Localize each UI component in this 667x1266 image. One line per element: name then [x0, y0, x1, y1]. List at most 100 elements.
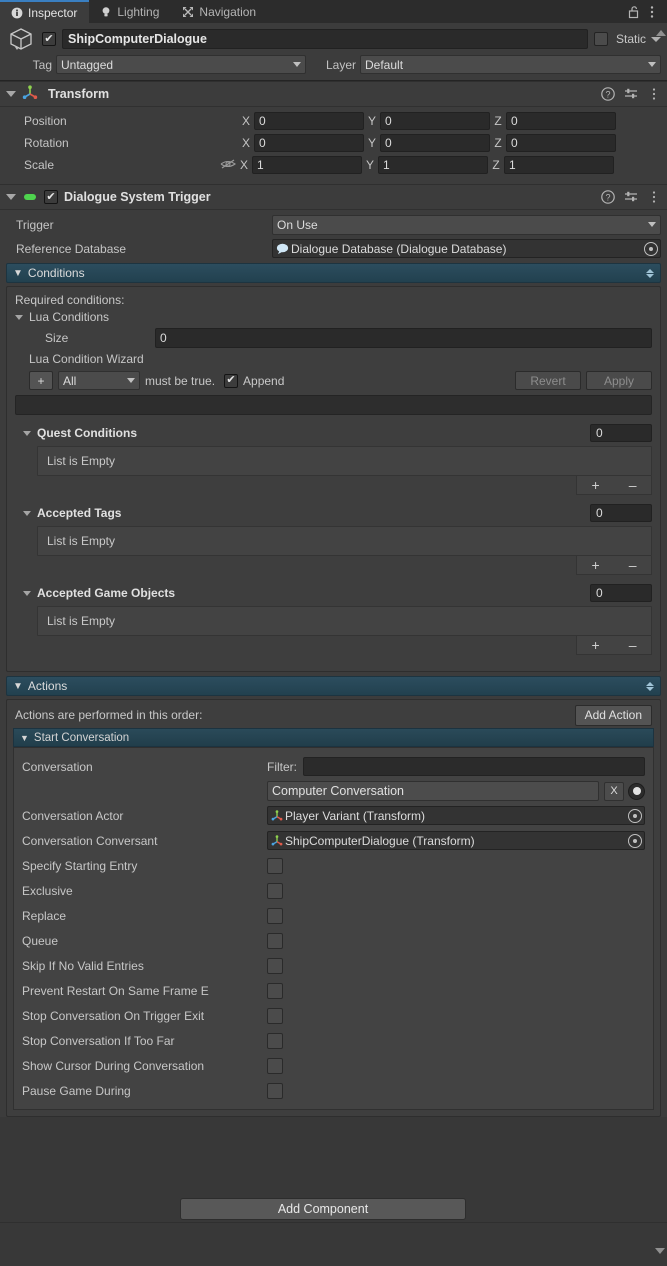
quest-conditions-remove-button[interactable]: –: [629, 477, 637, 493]
accepted-tags-footer: + –: [37, 556, 652, 575]
rotation-y-input[interactable]: 0: [380, 134, 490, 152]
rotation-y-axis-label: Y: [367, 136, 376, 150]
pause-game-during-row: Pause Game During: [22, 1078, 645, 1103]
accepted-tags-remove-button[interactable]: –: [629, 557, 637, 573]
add-component-button[interactable]: Add Component: [180, 1198, 466, 1220]
reorder-handle[interactable]: [646, 268, 654, 278]
accepted-tags-add-button[interactable]: +: [592, 557, 600, 573]
dialogue-trigger-body: Trigger On Use Reference Database Dialog…: [0, 210, 667, 1117]
object-picker-icon[interactable]: [644, 241, 658, 256]
constrain-proportions-off-icon[interactable]: [220, 158, 236, 173]
skip-if-no-valid-entries-checkbox[interactable]: [267, 957, 283, 974]
stop-conversation-on-trigger-exit-label: Stop Conversation On Trigger Exit: [22, 1008, 205, 1023]
accepted-game-objects-remove-button[interactable]: –: [629, 637, 637, 653]
position-y-input[interactable]: 0: [380, 112, 490, 130]
scale-x-input[interactable]: 1: [252, 156, 362, 174]
stop-conversation-if-too-far-checkbox[interactable]: [267, 1032, 283, 1049]
actions-section-header[interactable]: ▼ Actions: [6, 676, 661, 696]
queue-checkbox[interactable]: [267, 932, 283, 949]
help-icon[interactable]: ?: [600, 87, 615, 102]
transform-component-header[interactable]: Transform ?: [0, 81, 667, 107]
specify-starting-entry-checkbox[interactable]: [267, 857, 283, 874]
actions-foldout-icon[interactable]: ▼: [13, 681, 23, 692]
preset-sliders-icon[interactable]: [623, 190, 638, 205]
lua-conditions-foldout[interactable]: Lua Conditions: [15, 310, 652, 324]
conditions-section-header[interactable]: ▼ Conditions: [6, 263, 661, 283]
reference-database-field[interactable]: Dialogue Database (Dialogue Database): [272, 239, 661, 258]
stop-conversation-on-trigger-exit-checkbox[interactable]: [267, 1007, 283, 1024]
accepted-game-objects-header[interactable]: Accepted Game Objects 0: [15, 583, 652, 603]
size-input[interactable]: 0: [155, 327, 652, 348]
kebab-menu-icon[interactable]: [646, 190, 661, 205]
pause-game-during-checkbox[interactable]: [267, 1082, 283, 1099]
chevron-down-icon: [648, 62, 656, 67]
apply-button[interactable]: Apply: [586, 371, 652, 390]
scale-z-input[interactable]: 1: [504, 156, 614, 174]
scale-label: Scale: [24, 158, 55, 172]
start-conversation-header[interactable]: ▼ Start Conversation: [13, 728, 654, 747]
scrollbar-up-arrow[interactable]: [656, 30, 666, 36]
condition-mode-dropdown[interactable]: All: [58, 371, 140, 390]
object-picker-icon[interactable]: [628, 808, 642, 823]
transform-header-icons: ?: [600, 87, 661, 102]
conversation-actor-field[interactable]: Player Variant (Transform): [267, 806, 645, 825]
help-icon[interactable]: ?: [600, 190, 615, 205]
actions-order-label: Actions are performed in this order:: [15, 708, 203, 722]
layer-dropdown[interactable]: Default: [360, 55, 661, 74]
show-cursor-during-conversation-checkbox[interactable]: [267, 1057, 283, 1074]
show-cursor-during-conversation-row: Show Cursor During Conversation: [22, 1053, 645, 1078]
dialogue-trigger-enabled-checkbox[interactable]: [44, 190, 58, 204]
transform-foldout-icon[interactable]: [6, 91, 16, 97]
scale-y-input[interactable]: 1: [378, 156, 488, 174]
kebab-menu-icon[interactable]: [644, 4, 660, 20]
accepted-tags-count[interactable]: 0: [590, 504, 652, 522]
tag-dropdown[interactable]: Untagged: [56, 55, 306, 74]
conversation-conversant-field[interactable]: ShipComputerDialogue (Transform): [267, 831, 645, 850]
rotation-x-input[interactable]: 0: [254, 134, 364, 152]
padlock-icon[interactable]: [625, 4, 641, 20]
exclusive-checkbox[interactable]: [267, 882, 283, 899]
kebab-menu-icon[interactable]: [646, 87, 661, 102]
rotation-z-input[interactable]: 0: [506, 134, 616, 152]
accepted-tags-header[interactable]: Accepted Tags 0: [15, 503, 652, 523]
dialogue-trigger-foldout-icon[interactable]: [6, 194, 16, 200]
quest-conditions-count[interactable]: 0: [590, 424, 652, 442]
preset-sliders-icon[interactable]: [623, 87, 638, 102]
conversation-dropdown[interactable]: Computer Conversation: [267, 781, 599, 801]
quest-conditions-add-button[interactable]: +: [592, 477, 600, 493]
start-conversation-foldout-icon[interactable]: ▼: [20, 733, 29, 743]
filter-input[interactable]: [303, 757, 645, 776]
static-checkbox[interactable]: [593, 32, 608, 46]
prevent-restart-checkbox[interactable]: [267, 982, 283, 999]
scrollbar-down-arrow[interactable]: [655, 1248, 665, 1254]
accepted-game-objects-count[interactable]: 0: [590, 584, 652, 602]
append-checkbox[interactable]: [224, 373, 239, 388]
gameobject-name-field[interactable]: ShipComputerDialogue: [62, 29, 588, 49]
replace-checkbox[interactable]: [267, 907, 283, 924]
add-action-button[interactable]: Add Action: [574, 704, 652, 726]
reorder-handle[interactable]: [646, 681, 654, 691]
size-label: Size: [45, 330, 69, 345]
static-dropdown[interactable]: Static: [614, 32, 661, 46]
accepted-game-objects-add-button[interactable]: +: [592, 637, 600, 653]
must-be-true-label: must be true.: [145, 373, 216, 388]
dialogue-trigger-component-header[interactable]: Dialogue System Trigger ?: [0, 184, 667, 210]
navigation-icon: [181, 5, 194, 18]
clear-conversation-button[interactable]: X: [604, 781, 624, 801]
tab-lighting-label: Lighting: [117, 4, 160, 19]
conditions-foldout-icon[interactable]: ▼: [13, 268, 23, 279]
lua-condition-text-area[interactable]: [15, 395, 652, 415]
tab-lighting[interactable]: Lighting: [89, 0, 171, 23]
gameobject-enabled-checkbox[interactable]: [42, 32, 56, 46]
object-picker-icon[interactable]: [628, 833, 642, 848]
position-x-input[interactable]: 0: [254, 112, 364, 130]
revert-button[interactable]: Revert: [515, 371, 581, 390]
trigger-dropdown[interactable]: On Use: [272, 214, 661, 235]
transform-axis-icon: [271, 809, 283, 822]
quest-conditions-header[interactable]: Quest Conditions 0: [15, 423, 652, 443]
tab-inspector[interactable]: Inspector: [0, 0, 90, 23]
position-z-input[interactable]: 0: [506, 112, 616, 130]
add-condition-button[interactable]: +: [29, 371, 53, 390]
target-picker-icon[interactable]: [628, 782, 645, 800]
tab-navigation[interactable]: Navigation: [171, 0, 268, 23]
